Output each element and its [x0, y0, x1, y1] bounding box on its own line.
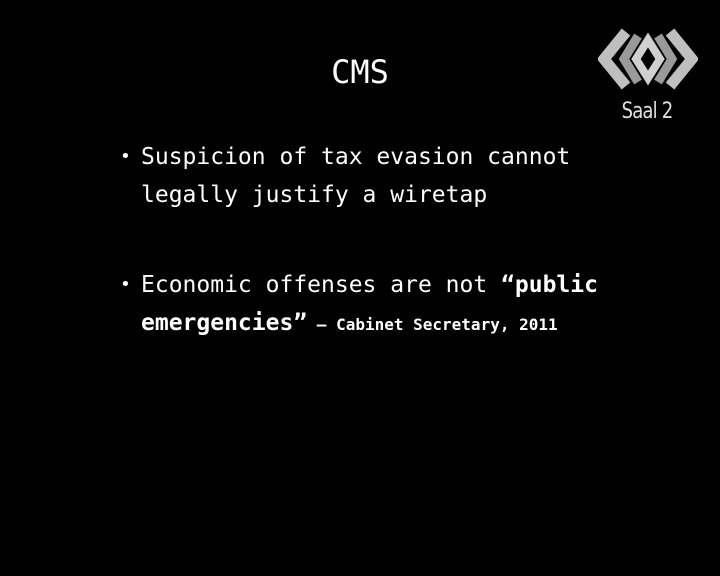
bullet-list: • Suspicion of tax evasion cannot legall…	[118, 138, 618, 344]
bullet-text: Economic offenses are not	[141, 272, 502, 298]
logo-caption: Saal 2	[621, 99, 674, 124]
bullet-dot-icon: •	[120, 146, 131, 167]
bullet-dot-icon: •	[120, 274, 131, 295]
bullet-attribution: – Cabinet Secretary, 2011	[307, 315, 558, 334]
bullet-item: • Suspicion of tax evasion cannot legall…	[118, 138, 618, 214]
bullet-text: Suspicion of tax evasion cannot legally …	[141, 144, 571, 208]
bullet-item: • Economic offenses are not “public emer…	[118, 266, 618, 344]
fahrplan-logo-icon	[598, 28, 698, 90]
